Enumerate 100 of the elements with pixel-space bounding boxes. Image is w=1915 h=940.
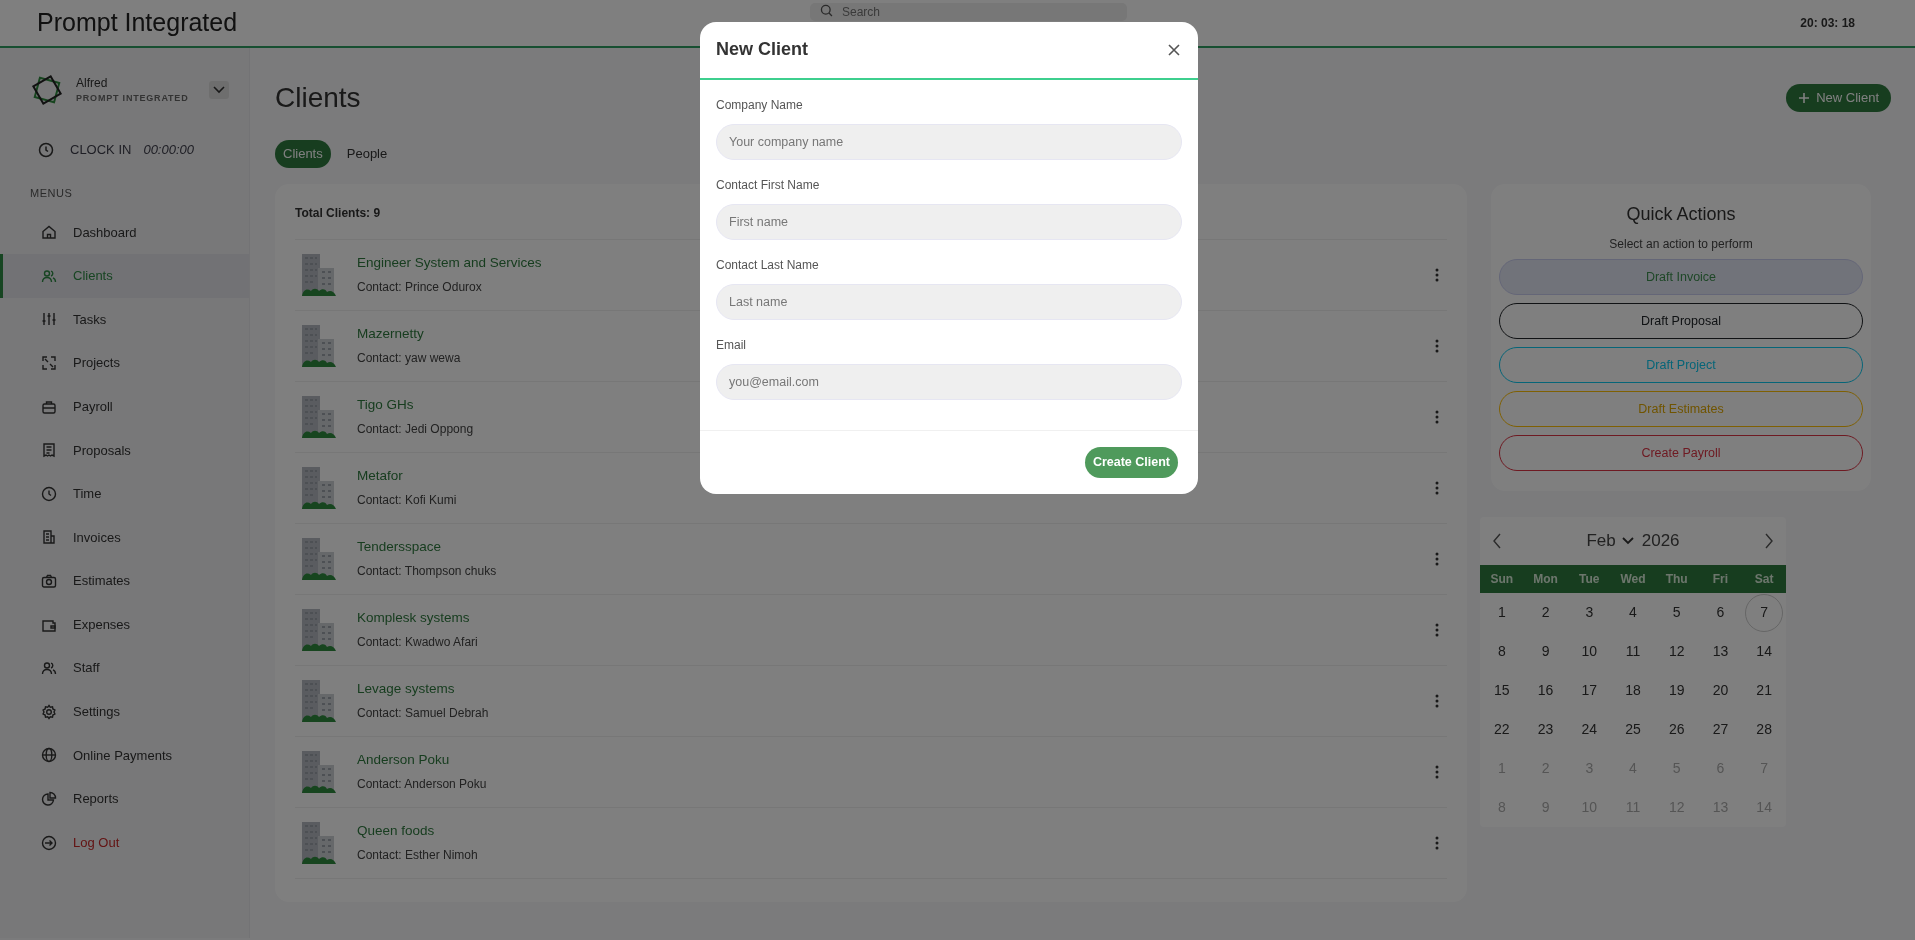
kebab-icon: [1435, 764, 1439, 779]
create-client-button[interactable]: Create Client: [1084, 447, 1178, 478]
calendar-day[interactable]: 16: [1526, 671, 1565, 710]
calendar-day[interactable]: 18: [1614, 671, 1652, 710]
calendar-day[interactable]: 23: [1526, 710, 1565, 749]
client-contact: Contact: Kwadwo Afari: [357, 633, 478, 651]
client-name[interactable]: Metafor: [357, 466, 457, 487]
search-field[interactable]: Search: [810, 3, 1127, 21]
sidebar-item[interactable]: Time: [0, 472, 249, 516]
calendar-day[interactable]: 8: [1482, 632, 1521, 671]
kebab-icon: [1435, 551, 1439, 566]
calendar-day[interactable]: 21: [1745, 671, 1784, 710]
sliders-icon: [41, 311, 57, 328]
calendar-day[interactable]: 12: [1657, 632, 1696, 671]
app-title: Prompt Integrated: [37, 7, 239, 39]
kebab-icon: [1435, 480, 1439, 495]
input-field[interactable]: Last name: [716, 284, 1182, 320]
sidebar-item[interactable]: Estimates: [0, 559, 249, 603]
sidebar-item[interactable]: Clients: [0, 254, 249, 298]
field-label: Contact First Name: [716, 177, 821, 194]
calendar-day[interactable]: 22: [1482, 710, 1521, 749]
calendar-day[interactable]: 28: [1745, 710, 1784, 749]
input-field[interactable]: Your company name: [716, 124, 1182, 160]
clock-icon: [41, 485, 57, 502]
action-button[interactable]: Draft Invoice: [1499, 259, 1863, 296]
tab[interactable]: People: [338, 140, 396, 168]
people-icon: [41, 267, 57, 284]
calendar-day[interactable]: 19: [1657, 671, 1696, 710]
chevron-down-icon: [213, 86, 225, 94]
sidebar-item[interactable]: Staff: [0, 646, 249, 691]
kebab-icon: [1435, 693, 1439, 708]
calendar-day[interactable]: 13: [1701, 632, 1740, 671]
input-field[interactable]: you@email.com: [716, 364, 1182, 400]
total-clients-label: Total Clients: 9: [295, 205, 381, 220]
home-icon: [41, 224, 57, 241]
calendar-day[interactable]: 2: [1526, 593, 1565, 632]
sidebar-item[interactable]: Proposals: [0, 428, 249, 473]
calendar-day[interactable]: 27: [1701, 710, 1740, 749]
client-contact: Contact: Anderson Poku: [357, 775, 487, 793]
calendar-day[interactable]: 14: [1745, 632, 1784, 671]
tab[interactable]: Clients: [275, 140, 331, 168]
weekday-label: Sun: [1489, 571, 1515, 589]
client-name[interactable]: Tigo GHs: [357, 395, 474, 416]
sidebar-item[interactable]: Projects: [0, 341, 249, 385]
kebab-icon: [1435, 835, 1439, 850]
calendar-day[interactable]: 5: [1657, 593, 1696, 632]
calendar-day[interactable]: 26: [1657, 710, 1696, 749]
card-title: Quick Actions: [1625, 203, 1737, 226]
sidebar-item[interactable]: Settings: [0, 690, 249, 734]
sidebar-item[interactable]: Expenses: [0, 602, 249, 647]
field-label: Contact Last Name: [716, 257, 820, 274]
dropdown-button[interactable]: [209, 81, 229, 99]
client-name[interactable]: Komplesk systems: [357, 608, 478, 629]
sidebar-item[interactable]: Log Out: [0, 820, 249, 865]
client-name[interactable]: Levage systems: [357, 679, 489, 700]
weekday-label: Fri: [1711, 571, 1730, 589]
chevron-right-icon: [1764, 533, 1774, 550]
client-name[interactable]: Mazernetty: [357, 324, 461, 345]
input-field[interactable]: First name: [716, 204, 1182, 240]
client-contact: Contact: Thompson chuks: [357, 562, 497, 580]
calendar-day[interactable]: 9: [1526, 632, 1565, 671]
camera-icon: [41, 573, 57, 590]
calendar-day[interactable]: 11: [1614, 632, 1652, 671]
sidebar-item[interactable]: Invoices: [0, 515, 249, 560]
close-button[interactable]: [1166, 42, 1182, 58]
dialog-title: New Client: [716, 39, 808, 61]
client-name[interactable]: Engineer System and Services: [357, 253, 542, 274]
client-contact: Contact: Samuel Debrah: [357, 704, 489, 722]
calendar-day[interactable]: 25: [1614, 710, 1652, 749]
receipt-icon: [41, 442, 57, 459]
client-contact: Contact: Jedi Oppong: [357, 420, 474, 438]
client-name[interactable]: Queen foods: [357, 821, 478, 842]
client-name[interactable]: Anderson Poku: [357, 750, 487, 771]
calendar-day[interactable]: 24: [1570, 710, 1609, 749]
globe-icon: [41, 747, 57, 764]
month-select[interactable]: Feb: [1586, 528, 1634, 554]
company-name: PROMPT INTEGRATED: [76, 92, 189, 106]
calendar-day[interactable]: 17: [1570, 671, 1609, 710]
calendar-day[interactable]: 3: [1570, 593, 1609, 632]
chevron-left-icon: [1492, 533, 1502, 550]
calendar-day[interactable]: 4: [1614, 593, 1652, 632]
calendar-day[interactable]: 6: [1701, 593, 1740, 632]
client-contact: Contact: yaw wewa: [357, 349, 461, 367]
kebab-icon: [1435, 267, 1439, 282]
logo-icon: [30, 73, 64, 107]
calendar-day[interactable]: 15: [1482, 671, 1521, 710]
new-client-button[interactable]: New Client: [1786, 84, 1891, 112]
sidebar-item[interactable]: Online Payments: [0, 733, 249, 778]
calendar-day[interactable]: 1: [1482, 593, 1521, 632]
close-icon: [1168, 44, 1180, 56]
document-icon: [41, 529, 57, 546]
people-icon: [41, 660, 57, 677]
client-name[interactable]: Tendersspace: [357, 537, 497, 558]
page-title: Clients: [275, 81, 361, 115]
sidebar-item[interactable]: Reports: [0, 777, 249, 821]
sidebar-item[interactable]: Payroll: [0, 384, 249, 429]
calendar-day[interactable]: 20: [1701, 671, 1740, 710]
weekday-label: Mon: [1532, 571, 1559, 589]
calendar-day[interactable]: 10: [1570, 632, 1609, 671]
pie-chart-icon: [41, 791, 57, 807]
